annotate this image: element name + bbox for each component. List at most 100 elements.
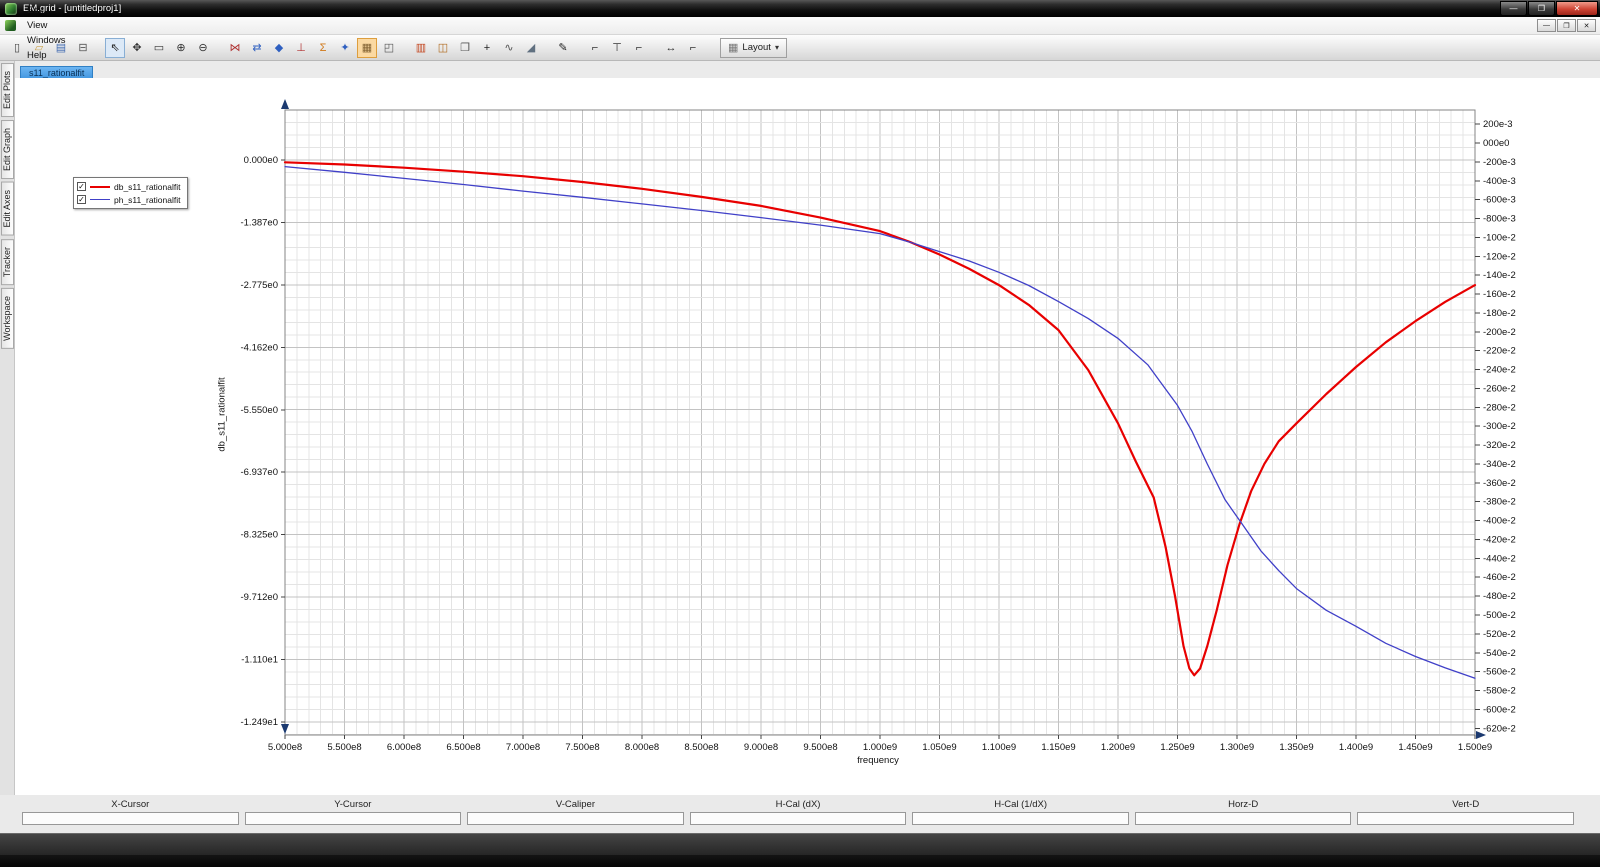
layout-button-label: Layout [742, 42, 771, 53]
status-field-input-horz-d[interactable] [1135, 812, 1352, 825]
side-tab-edit-graph[interactable]: Edit Graph [1, 120, 14, 179]
maximize-button[interactable]: ❐ [1528, 1, 1555, 16]
status-field-v-caliper: V-Caliper [467, 799, 684, 833]
svg-text:-220e-2: -220e-2 [1483, 346, 1516, 357]
side-tab-edit-axes[interactable]: Edit Axes [1, 182, 14, 236]
menu-edit[interactable]: Edit [20, 3, 73, 18]
y-axis-title: db_s11_rationalfit [217, 360, 228, 470]
svg-text:-160e-2: -160e-2 [1483, 289, 1516, 300]
svg-text:-620e-2: -620e-2 [1483, 723, 1516, 734]
svg-text:6.500e8: 6.500e8 [446, 742, 480, 753]
pan-hand-icon[interactable]: ✥ [127, 38, 147, 58]
side-tab-tracker[interactable]: Tracker [1, 239, 14, 285]
minimize-button[interactable]: — [1500, 1, 1527, 16]
status-field-input-h-cal-1-dx[interactable] [912, 812, 1129, 825]
select-pointer-icon[interactable]: ⇖ [105, 38, 125, 58]
close-button[interactable]: ✕ [1556, 1, 1598, 16]
star-marker-icon[interactable]: ✦ [335, 38, 355, 58]
svg-text:-400e-2: -400e-2 [1483, 516, 1516, 527]
legend-checkbox-ph[interactable]: ✓ [77, 195, 86, 204]
svg-text:-9.712e0: -9.712e0 [240, 592, 278, 603]
status-field-input-y-cursor[interactable] [245, 812, 462, 825]
mdi-restore-button[interactable]: ❐ [1557, 19, 1576, 32]
status-field-label-v-caliper: V-Caliper [467, 799, 684, 812]
svg-text:8.500e8: 8.500e8 [684, 742, 718, 753]
histogram-icon[interactable]: ▥ [411, 38, 431, 58]
y-axis-bottom-arrow [281, 724, 289, 734]
svg-text:-520e-2: -520e-2 [1483, 629, 1516, 640]
svg-text:-6.937e0: -6.937e0 [240, 467, 278, 478]
corner-plot-icon[interactable]: ◰ [379, 38, 399, 58]
svg-text:-480e-2: -480e-2 [1483, 591, 1516, 602]
save-icon[interactable]: ▤ [51, 38, 71, 58]
status-field-label-h-cal-1-dx: H-Cal (1/dX) [912, 799, 1129, 812]
side-tab-workspace[interactable]: Workspace [1, 288, 14, 349]
print-icon[interactable]: ⊟ [73, 38, 93, 58]
zoom-in-icon[interactable]: ⊕ [171, 38, 191, 58]
svg-text:6.000e8: 6.000e8 [387, 742, 421, 753]
svg-text:200e-3: 200e-3 [1483, 119, 1513, 130]
open-folder-icon[interactable]: ▱ [29, 38, 49, 58]
add-curve-icon[interactable]: + [477, 38, 497, 58]
mdi-child-icon [5, 20, 16, 31]
toolbar: ▯▱▤⊟⇖✥▭⊕⊖⋈⇄◆⊥Σ✦▦◰▥◫❐+∿◢✎⌐⊤⌐↔⌐ ▦ Layout ▾ [0, 35, 1600, 61]
grid-mode-icon[interactable]: ▦ [357, 38, 377, 58]
svg-text:-200e-3: -200e-3 [1483, 157, 1516, 168]
marker-diamond-icon[interactable]: ◆ [269, 38, 289, 58]
ramp-icon[interactable]: ◢ [521, 38, 541, 58]
svg-text:-1.110e1: -1.110e1 [241, 655, 278, 666]
status-bar [0, 833, 1600, 855]
toolbar-separator [214, 38, 224, 58]
tracker-corner-1-icon[interactable]: ⌐ [585, 38, 605, 58]
reset-zoom-icon[interactable]: ⋈ [225, 38, 245, 58]
axis-vertical-icon[interactable]: ⊥ [291, 38, 311, 58]
svg-text:-580e-2: -580e-2 [1483, 686, 1516, 697]
plot-canvas: 5.000e85.500e86.000e86.500e87.000e87.500… [15, 78, 1600, 795]
svg-text:-4.162e0: -4.162e0 [240, 342, 278, 353]
status-field-input-x-cursor[interactable] [22, 812, 239, 825]
svg-text:-200e-2: -200e-2 [1483, 327, 1516, 338]
status-field-input-h-cal-dx[interactable] [690, 812, 907, 825]
svg-text:8.000e8: 8.000e8 [625, 742, 659, 753]
zoom-window-icon[interactable]: ▭ [149, 38, 169, 58]
toolbar-separator [650, 38, 660, 58]
tracker-vertical-icon[interactable]: ⊤ [607, 38, 627, 58]
page-left-right-icon[interactable]: ⇄ [247, 38, 267, 58]
svg-text:1.350e9: 1.350e9 [1279, 742, 1313, 753]
status-field-label-x-cursor: X-Cursor [22, 799, 239, 812]
status-field-label-horz-d: Horz-D [1135, 799, 1352, 812]
tracker-corner-2-icon[interactable]: ⌐ [629, 38, 649, 58]
side-tab-edit-plots[interactable]: Edit Plots [1, 63, 14, 117]
pencil-icon[interactable]: ✎ [553, 38, 573, 58]
mdi-window-buttons: — ❐ ✕ [1536, 19, 1600, 32]
axis-tick-labels: 5.000e85.500e86.000e86.500e87.000e87.500… [240, 119, 1515, 753]
svg-text:-460e-2: -460e-2 [1483, 572, 1516, 583]
svg-text:-500e-2: -500e-2 [1483, 610, 1516, 621]
status-field-input-v-caliper[interactable] [467, 812, 684, 825]
svg-text:7.000e8: 7.000e8 [506, 742, 540, 753]
app-window: EM.grid - [untitledproj1] — ❐ ✕ FileEdit… [0, 0, 1600, 867]
menu-view[interactable]: View [20, 18, 73, 33]
new-file-icon[interactable]: ▯ [7, 38, 27, 58]
mdi-close-button[interactable]: ✕ [1577, 19, 1596, 32]
zoom-out-icon[interactable]: ⊖ [193, 38, 213, 58]
svg-text:-240e-2: -240e-2 [1483, 365, 1516, 376]
status-field-input-vert-d[interactable] [1357, 812, 1574, 825]
mdi-minimize-button[interactable]: — [1537, 19, 1556, 32]
caliper-horizontal-icon[interactable]: ↔ [661, 38, 681, 58]
sum-icon[interactable]: Σ [313, 38, 333, 58]
svg-text:-380e-2: -380e-2 [1483, 497, 1516, 508]
svg-text:1.250e9: 1.250e9 [1160, 742, 1194, 753]
svg-text:-180e-2: -180e-2 [1483, 308, 1516, 319]
legend-checkbox-db[interactable]: ✓ [77, 182, 86, 191]
tracker-corner-3-icon[interactable]: ⌐ [683, 38, 703, 58]
smooth-curve-icon[interactable]: ∿ [499, 38, 519, 58]
new-window-icon[interactable]: ❐ [455, 38, 475, 58]
layout-button[interactable]: ▦ Layout ▾ [720, 38, 787, 58]
plot-svg[interactable]: 5.000e85.500e86.000e86.500e87.000e87.500… [15, 78, 1600, 795]
svg-text:-140e-2: -140e-2 [1483, 270, 1516, 281]
split-window-icon[interactable]: ◫ [433, 38, 453, 58]
svg-text:-600e-3: -600e-3 [1483, 195, 1516, 206]
svg-text:-120e-2: -120e-2 [1483, 251, 1516, 262]
svg-text:1.450e9: 1.450e9 [1398, 742, 1432, 753]
